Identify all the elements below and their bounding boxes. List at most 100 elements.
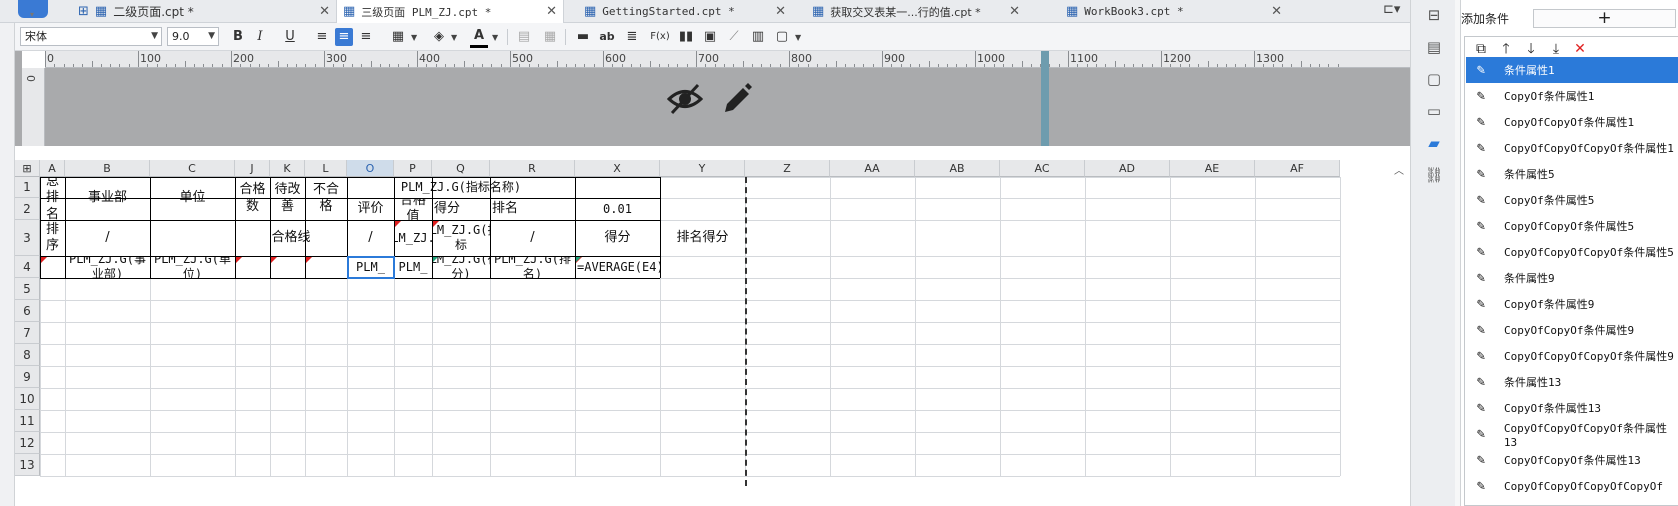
- row-header[interactable]: 11: [15, 410, 40, 432]
- cell-x2[interactable]: 0.01: [575, 198, 660, 220]
- cell-b4[interactable]: PLM_ZJ.G(事业部): [65, 256, 150, 278]
- column-header[interactable]: A: [40, 160, 65, 177]
- underline-button[interactable]: U: [281, 28, 299, 46]
- column-header[interactable]: X: [575, 160, 660, 177]
- condition-item[interactable]: ✎ CopyOfCopyOf条件属性13: [1466, 447, 1678, 473]
- border-icon[interactable]: ▦: [389, 28, 407, 46]
- close-icon[interactable]: ✕: [546, 4, 557, 19]
- pencil-icon[interactable]: [721, 82, 753, 119]
- condition-item[interactable]: ✎ CopyOf条件属性5: [1466, 187, 1678, 213]
- tab-erji[interactable]: ⊞ ▦ 二级页面.cpt * ✕: [78, 0, 336, 23]
- arrow-down-icon[interactable]: 🡓: [1522, 40, 1540, 58]
- italic-button[interactable]: I: [251, 28, 269, 46]
- chart-icon[interactable]: ▮▮: [677, 28, 695, 46]
- close-icon[interactable]: ✕: [1271, 4, 1282, 19]
- condition-item[interactable]: ✎ CopyOfCopyOfCopyOf条件属性1: [1466, 135, 1678, 161]
- move-to-bottom-icon[interactable]: ⤓: [1547, 40, 1565, 58]
- arrow-up-icon[interactable]: 🡑: [1497, 40, 1515, 58]
- condition-item[interactable]: ✎ CopyOfCopyOfCopyOfCopyOf: [1466, 473, 1678, 499]
- column-header[interactable]: AB: [915, 160, 1000, 177]
- fill-color-icon[interactable]: ◈: [430, 28, 448, 46]
- column-header[interactable]: Y: [660, 160, 745, 177]
- cell-q3[interactable]: PLM_ZJ.G(指标: [432, 220, 490, 256]
- column-header[interactable]: AD: [1085, 160, 1170, 177]
- cell-o2[interactable]: 评价: [347, 198, 394, 220]
- text-icon[interactable]: ab: [598, 28, 616, 46]
- column-header[interactable]: P: [394, 160, 432, 177]
- column-header[interactable]: L: [305, 160, 347, 177]
- cell-element-icon[interactable]: ▢: [1424, 69, 1444, 89]
- close-icon[interactable]: ✕: [319, 4, 330, 19]
- merge-cells-icon[interactable]: ▤: [515, 28, 533, 46]
- cell-r4[interactable]: PLM_ZJ.G(排名): [490, 256, 575, 278]
- cell-o3[interactable]: /: [347, 220, 394, 256]
- cell-x3[interactable]: 得分: [575, 220, 660, 256]
- spreadsheet-grid[interactable]: ⊞ A B C J K L O P Q R X Y Z AA AB AC AD AE AF 1 2 3 4 5 6 7 8 9 10 1…: [15, 160, 1410, 506]
- column-header[interactable]: B: [65, 160, 150, 177]
- row-header[interactable]: 1: [15, 177, 40, 198]
- condition-item[interactable]: ✎ CopyOf条件属性9: [1466, 291, 1678, 317]
- copy-icon[interactable]: ⧉: [1472, 40, 1490, 58]
- subreport-icon[interactable]: ▥: [749, 28, 767, 46]
- column-header[interactable]: K: [270, 160, 305, 177]
- tab-huoqu[interactable]: ▦ 获取交叉表某一...行的值.cpt * ✕: [792, 0, 1026, 23]
- row-header[interactable]: 9: [15, 366, 40, 388]
- cell-attributes-icon[interactable]: ⊟: [1424, 5, 1444, 25]
- cell-q2[interactable]: 得分: [432, 198, 490, 220]
- cell-p2[interactable]: 合格值: [394, 198, 432, 220]
- condition-item[interactable]: ✎ CopyOfCopyOfCopyOf条件属性9: [1466, 343, 1678, 369]
- hyperlink-icon[interactable]: ⛓: [1424, 165, 1444, 185]
- column-header[interactable]: AC: [1000, 160, 1085, 177]
- widget-settings-icon[interactable]: ▭: [1424, 101, 1444, 121]
- column-header[interactable]: O: [347, 160, 394, 177]
- widget-icon[interactable]: ▢: [773, 28, 791, 46]
- align-left-icon[interactable]: ≡: [313, 28, 331, 46]
- condition-item[interactable]: ✎ CopyOfCopyOfCopyOf条件属性13: [1466, 421, 1678, 449]
- column-header[interactable]: Z: [745, 160, 830, 177]
- tab-workbook3[interactable]: ▦ WorkBook3.cpt * ✕: [1026, 0, 1292, 23]
- condition-item[interactable]: ✎ CopyOfCopyOf条件属性1: [1466, 109, 1678, 135]
- row-header[interactable]: 3: [15, 220, 40, 256]
- cell-o1r1[interactable]: PLM_ZJ.G(指标名称): [347, 177, 575, 198]
- cell-x4[interactable]: =AVERAGE(E4): [575, 256, 660, 278]
- row-header[interactable]: 12: [15, 432, 40, 454]
- close-icon[interactable]: ✕: [1009, 4, 1020, 19]
- condition-attributes-icon[interactable]: ▰: [1424, 133, 1444, 153]
- cell-b3[interactable]: /: [65, 220, 150, 256]
- row-header[interactable]: 8: [15, 344, 40, 366]
- cell-a3[interactable]: 排序: [40, 220, 65, 256]
- image-icon[interactable]: ▣: [701, 28, 719, 46]
- selected-cell[interactable]: [347, 256, 395, 279]
- chevron-down-icon[interactable]: ▼: [411, 33, 417, 42]
- row-header[interactable]: 10: [15, 388, 40, 410]
- row-header[interactable]: 6: [15, 300, 40, 322]
- row-header[interactable]: 13: [15, 454, 40, 476]
- column-header[interactable]: AA: [830, 160, 915, 177]
- dataset-icon[interactable]: ▤: [1424, 37, 1444, 57]
- condition-item[interactable]: ✎ CopyOfCopyOf条件属性9: [1466, 317, 1678, 343]
- bold-button[interactable]: B: [229, 28, 247, 46]
- close-icon[interactable]: ✕: [775, 4, 786, 19]
- column-header[interactable]: AF: [1255, 160, 1340, 177]
- eye-off-icon[interactable]: [666, 82, 704, 119]
- font-name-select[interactable]: 宋体 ▼: [20, 27, 162, 46]
- condition-item[interactable]: ✎ CopyOfCopyOf条件属性5: [1466, 213, 1678, 239]
- condition-item[interactable]: ✎ CopyOf条件属性1: [1466, 83, 1678, 109]
- cell-element-icon[interactable]: ▬: [574, 28, 592, 46]
- row-header[interactable]: 4: [15, 256, 40, 278]
- cell-q4[interactable]: PLM_ZJ.G(得分): [432, 256, 490, 278]
- condition-item[interactable]: ✎ 条件属性9: [1466, 265, 1678, 291]
- split-cells-icon[interactable]: ▦: [541, 28, 559, 46]
- slash-line-icon[interactable]: ⟋: [725, 28, 743, 46]
- column-header[interactable]: Q: [432, 160, 490, 177]
- chevron-down-icon[interactable]: ▼: [795, 33, 801, 42]
- row-header[interactable]: 7: [15, 322, 40, 344]
- condition-item[interactable]: ✎ 条件属性1: [1466, 57, 1678, 83]
- row-header[interactable]: 2: [15, 198, 40, 220]
- condition-item[interactable]: ✎ 条件属性13: [1466, 369, 1678, 395]
- cell-p4[interactable]: PLM_: [394, 256, 432, 278]
- condition-item[interactable]: ✎ CopyOfCopyOfCopyOf条件属性5: [1466, 239, 1678, 265]
- align-right-icon[interactable]: ≡: [357, 28, 375, 46]
- chevron-down-icon[interactable]: ▼: [451, 33, 457, 42]
- condition-item[interactable]: ✎ CopyOf条件属性13: [1466, 395, 1678, 421]
